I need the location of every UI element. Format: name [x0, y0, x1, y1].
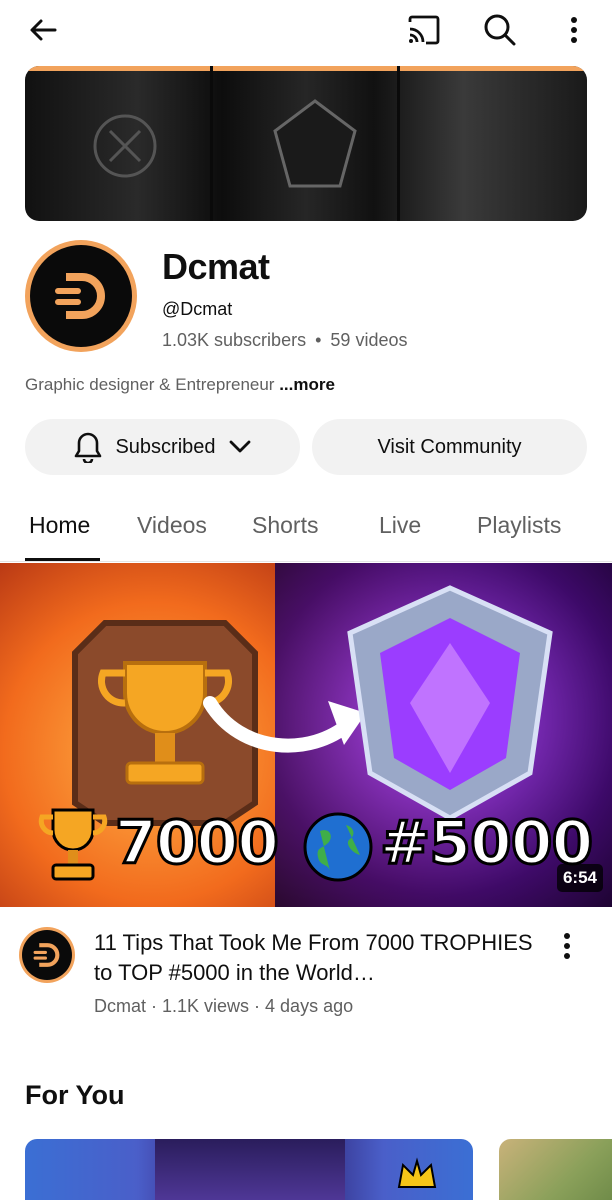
more-vert-icon	[571, 17, 577, 43]
channel-handle: @Dcmat	[162, 299, 233, 319]
tab-videos[interactable]: Videos	[137, 512, 207, 539]
channel-description[interactable]: Graphic designer & Entrepreneur ...more	[25, 375, 335, 395]
banner-divider	[210, 66, 213, 221]
stats-separator: •	[315, 330, 322, 350]
arrow-left-icon	[30, 19, 57, 41]
globe-icon	[303, 812, 373, 882]
for-you-card[interactable]	[25, 1139, 473, 1200]
channel-tabs: Home Videos Shorts Live Playlists	[0, 496, 612, 562]
visit-community-label: Visit Community	[377, 435, 522, 458]
description-text: Graphic designer & Entrepreneur	[25, 375, 280, 394]
more-vert-icon	[564, 933, 570, 959]
cast-button[interactable]	[402, 8, 446, 52]
description-more-link[interactable]: ...more	[279, 375, 335, 394]
thumbnail-trophies-text: 7000	[114, 807, 281, 880]
visit-community-button[interactable]: Visit Community	[312, 419, 587, 475]
for-you-heading: For You	[25, 1080, 125, 1110]
channel-avatar[interactable]	[25, 240, 137, 352]
subscribed-label: Subscribed	[115, 435, 216, 458]
bell-icon	[75, 432, 102, 463]
tab-shorts[interactable]: Shorts	[252, 512, 318, 539]
back-button[interactable]	[21, 8, 65, 52]
channel-banner	[25, 66, 587, 221]
dcmat-logo-icon	[33, 943, 60, 967]
card-thumbnail-panel	[155, 1139, 345, 1200]
more-options-button[interactable]	[552, 8, 596, 52]
channel-stats: 1.03K subscribers • 59 videos	[162, 330, 407, 351]
search-button[interactable]	[478, 8, 522, 52]
video-more-button[interactable]	[552, 928, 582, 964]
video-count: 59 videos	[330, 330, 408, 350]
banner-crest-icon	[273, 99, 357, 188]
dcmat-logo-icon	[55, 273, 105, 319]
video-duration-badge: 6:54	[556, 864, 603, 892]
tab-playlists[interactable]: Playlists	[477, 512, 561, 539]
video-channel-avatar[interactable]	[19, 927, 75, 983]
small-trophy-icon	[38, 808, 108, 881]
video-meta: Dcmat · 1.1K views · 4 days ago	[94, 996, 354, 1016]
crown-icon	[397, 1157, 437, 1188]
banner-logo-icon	[93, 114, 157, 178]
crystal-badge-icon	[347, 585, 553, 821]
subscribed-button[interactable]: Subscribed	[25, 419, 300, 475]
top-app-bar	[0, 0, 612, 62]
channel-name: Dcmat	[162, 246, 270, 287]
tab-live[interactable]: Live	[379, 512, 421, 539]
active-tab-indicator	[25, 558, 100, 561]
featured-video-thumbnail[interactable]: 7000 #5000	[0, 563, 612, 907]
video-title[interactable]: 11 Tips That Took Me From 7000 TROPHIES …	[94, 928, 544, 988]
chevron-down-icon	[229, 440, 250, 453]
for-you-card[interactable]	[499, 1139, 612, 1200]
cast-icon	[408, 15, 440, 45]
banner-divider	[397, 66, 400, 221]
tab-home[interactable]: Home	[29, 512, 90, 539]
search-icon	[484, 14, 516, 46]
banner-accent-strip	[25, 66, 587, 71]
subscriber-count: 1.03K subscribers	[162, 330, 307, 350]
